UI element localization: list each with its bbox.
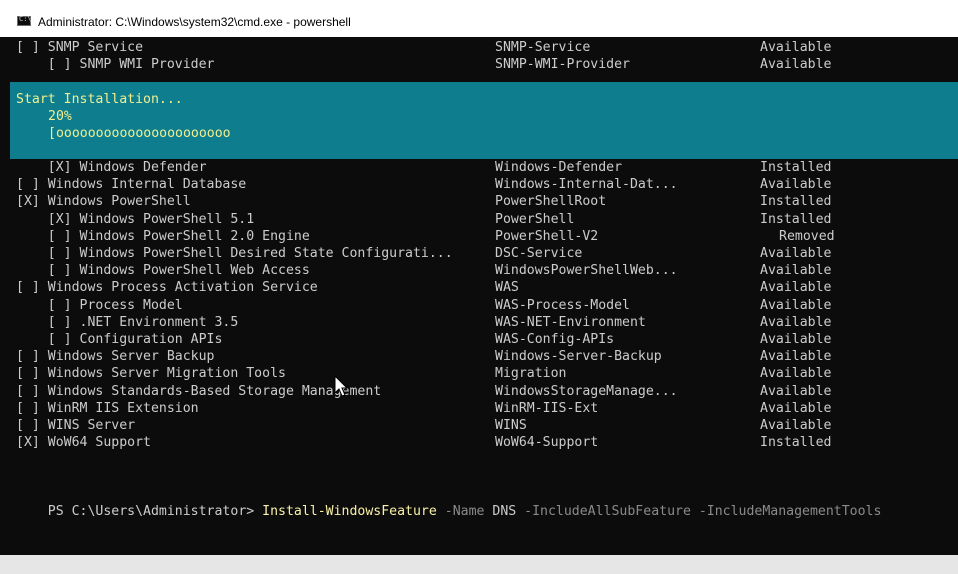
feature-display-name: [ ] Windows Server Backup [16, 349, 215, 365]
feature-name: DSC-Service [495, 246, 583, 261]
title-bar[interactable]: C:\ Administrator: C:\Windows\system32\c… [0, 0, 958, 37]
install-state: Available [760, 383, 832, 399]
install-state: Available [760, 400, 832, 416]
cmdlet-name: Install-WindowsFeature [262, 504, 437, 519]
feature-row: [ ] SNMP Service SNMP-Service Available [10, 39, 950, 56]
feature-display-name: [ ] Windows PowerShell Desired State Con… [16, 246, 453, 261]
cmd-icon: C:\ [17, 15, 32, 26]
install-state: Available [760, 57, 832, 73]
feature-display-name: [ ] WINS Server [16, 418, 136, 433]
param-value: DNS [492, 504, 517, 519]
feature-display-name: [ ] Windows Internal Database [16, 177, 247, 193]
progress-panel: Start Installation... 20% [ooooooooooooo… [10, 82, 958, 159]
feature-display-name: [ ] SNMP Service [16, 40, 144, 55]
feature-name: WoW64-Support [495, 435, 599, 451]
feature-display-name: [ ] Windows PowerShell Web Access [16, 263, 310, 279]
feature-display-name: [ ] Windows PowerShell 2.0 Engine [16, 228, 310, 244]
feature-row: [ ] Windows Server Backup Windows-Server-… [10, 348, 950, 365]
feature-row: [ ] Windows PowerShell Desired State Con… [10, 245, 950, 262]
feature-display-name: [ ] Windows Process Activation Service [16, 280, 318, 296]
feature-display-name: [X] WoW64 Support [16, 435, 151, 451]
feature-name: SNMP-WMI-Provider [495, 57, 630, 73]
feature-row: [X] WoW64 Support WoW64-Support Installed [10, 434, 950, 451]
feature-row: [X] Windows PowerShell PowerShellRoot Inst… [10, 193, 950, 210]
feature-display-name: [ ] Process Model [16, 297, 183, 313]
install-state: Available [760, 297, 832, 313]
feature-name: Migration [495, 366, 567, 382]
install-state: Installed [760, 211, 832, 227]
console-area[interactable]: [ ] SNMP Service SNMP-Service Available [ … [10, 39, 958, 555]
install-state: Available [760, 418, 832, 433]
feature-name: WAS-NET-Environment [495, 314, 646, 330]
install-state: Available [760, 280, 832, 296]
feature-display-name: [X] Windows PowerShell 5.1 [16, 211, 255, 227]
param-switches: -IncludeAllSubFeature -IncludeManagement… [516, 504, 882, 519]
feature-row: [X] Windows Defender Windows-Defender Inst… [10, 159, 950, 176]
progress-percent: 20% [48, 109, 72, 124]
feature-row: [ ] Windows PowerShell 2.0 Engine PowerSh… [10, 228, 950, 245]
feature-row: [ ] Windows Process Activation Service WA… [10, 279, 950, 296]
feature-display-name: [ ] WinRM IIS Extension [16, 400, 199, 416]
feature-name: PowerShell-V2 [495, 228, 599, 244]
feature-row: [ ] SNMP WMI Provider SNMP-WMI-Provider Av… [10, 56, 950, 73]
feature-name: PowerShellRoot [495, 194, 607, 210]
progress-bar: [oooooooooooooooooooooo [48, 126, 231, 141]
progress-label: Start Installation... [16, 92, 183, 107]
feature-name: WAS-Config-APIs [495, 332, 615, 347]
feature-name: Windows-Internal-Dat... [495, 177, 678, 193]
feature-row: [ ] Windows Server Migration Tools Migrat… [10, 365, 950, 382]
feature-name: WindowsStorageManage... [495, 383, 678, 399]
prompt-path: PS C:\Users\Administrator> [47, 504, 263, 519]
param-name: -Name [436, 504, 493, 519]
feature-row: [ ] WinRM IIS Extension WinRM-IIS-Ext Avai… [10, 400, 950, 417]
install-state: Available [760, 366, 832, 382]
mouse-pointer-icon [334, 375, 349, 397]
feature-name: WAS [495, 280, 519, 296]
install-state: Installed [760, 435, 832, 451]
window-title: Administrator: C:\Windows\system32\cmd.e… [38, 15, 351, 29]
feature-row: [ ] Configuration APIs WAS-Config-APIs Ava… [10, 331, 950, 348]
install-state: Installed [760, 194, 832, 210]
feature-row: [ ] Windows PowerShell Web Access Windows… [10, 262, 950, 279]
install-state: Available [760, 40, 832, 55]
feature-name: WindowsPowerShellWeb... [495, 263, 678, 279]
feature-row: [ ] Process Model WAS-Process-Model Availa… [10, 297, 950, 314]
feature-name: WINS [495, 418, 527, 433]
install-state: Removed [779, 228, 835, 244]
install-state: Available [760, 263, 832, 279]
install-state: Installed [760, 160, 832, 175]
feature-name: Windows-Server-Backup [495, 349, 662, 365]
feature-display-name: [ ] Configuration APIs [16, 332, 223, 347]
feature-row: [ ] Windows Standards-Based Storage Mana… [10, 383, 950, 400]
feature-row: [X] Windows PowerShell 5.1 PowerShell Inst… [10, 211, 950, 228]
feature-name: PowerShell [495, 211, 575, 227]
feature-name: Windows-Defender [495, 160, 623, 175]
feature-row: [ ] WINS Server WINS Available [10, 417, 950, 434]
command-prompt[interactable]: PS C:\Users\Administrator> Install-Windo… [16, 486, 882, 537]
install-state: Available [760, 246, 832, 261]
install-state: Available [760, 314, 832, 330]
feature-name: WAS-Process-Model [495, 297, 630, 313]
feature-display-name: [ ] .NET Environment 3.5 [16, 314, 239, 330]
feature-row: [ ] .NET Environment 3.5 WAS-NET-Environm… [10, 314, 950, 331]
window-left-edge [0, 37, 10, 555]
install-state: Available [760, 349, 832, 365]
feature-display-name: [X] Windows Defender [16, 160, 207, 175]
feature-display-name: [X] Windows PowerShell [16, 194, 191, 210]
feature-name: WinRM-IIS-Ext [495, 400, 599, 416]
feature-name: SNMP-Service [495, 40, 591, 55]
feature-row: [ ] Windows Internal Database Windows-Int… [10, 176, 950, 193]
install-state: Available [760, 177, 832, 193]
feature-display-name: [ ] Windows Standards-Based Storage Mana… [16, 383, 382, 399]
feature-display-name: [ ] SNMP WMI Provider [16, 57, 215, 73]
window-bottom-bar [0, 555, 958, 574]
install-state: Available [760, 332, 832, 347]
feature-display-name: [ ] Windows Server Migration Tools [16, 366, 286, 382]
